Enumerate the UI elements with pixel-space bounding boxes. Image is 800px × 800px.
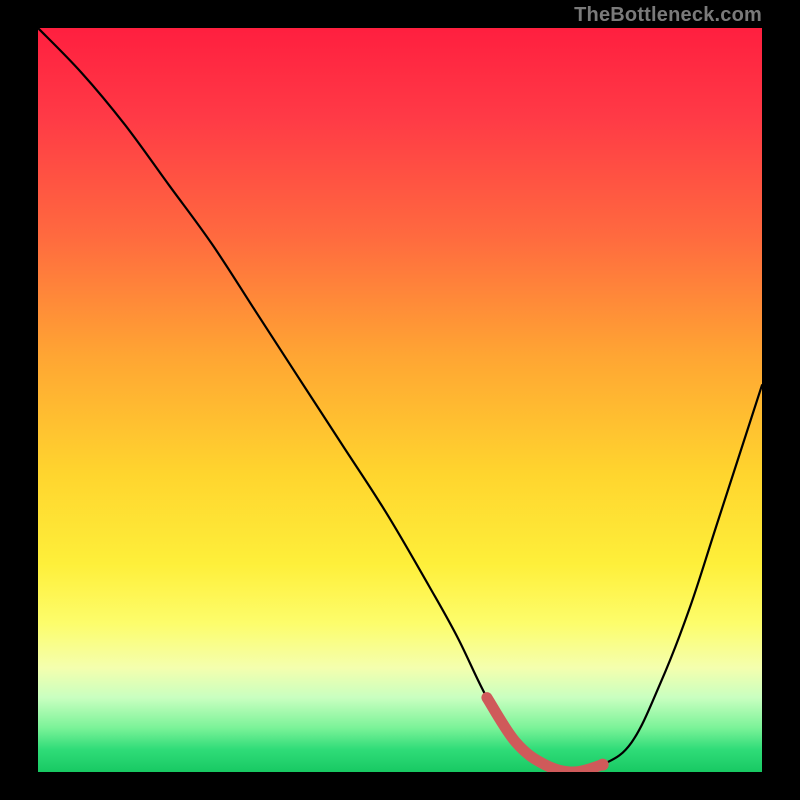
chart-frame: TheBottleneck.com — [0, 0, 800, 800]
curve-marker-dot — [597, 759, 609, 771]
plot-area — [38, 28, 762, 772]
watermark-text: TheBottleneck.com — [574, 4, 762, 27]
bottleneck-curve — [38, 28, 762, 772]
curve-line — [38, 28, 762, 772]
curve-bottom-marker — [487, 698, 603, 772]
